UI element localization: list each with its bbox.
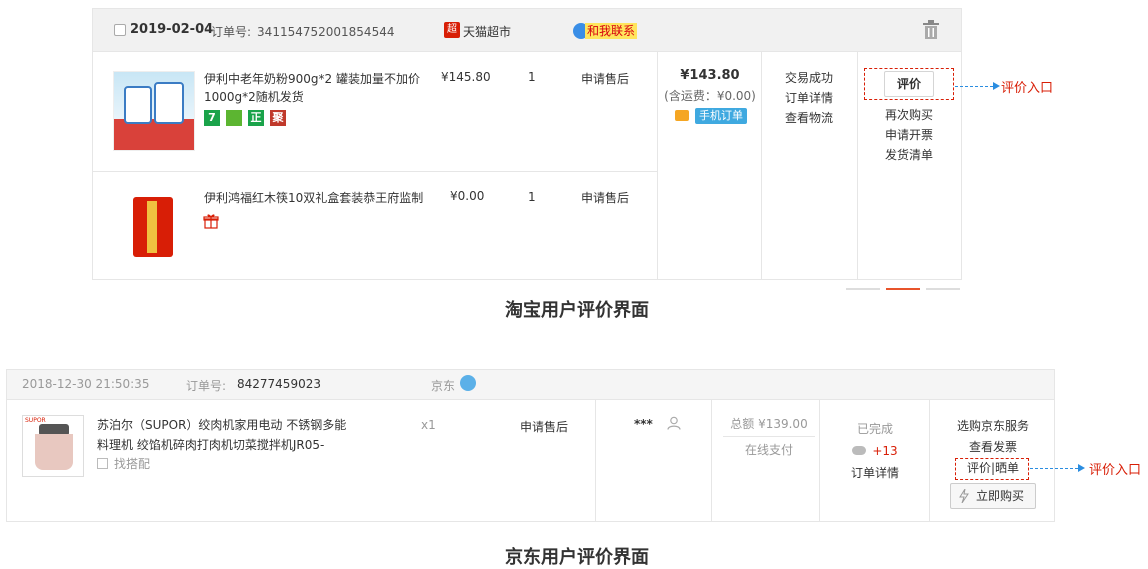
- buy-again-link[interactable]: 再次购买: [859, 105, 959, 125]
- jd-beans-points: +13: [872, 444, 898, 458]
- order-date: 2018-12-30 21:50:35: [22, 377, 150, 391]
- gift-band-graphic: [147, 201, 157, 253]
- column-divider: [761, 52, 762, 280]
- jd-order-header: 2018-12-30 21:50:35 订单号: 84277459023 京东: [7, 370, 1054, 400]
- column-divider: [857, 52, 858, 280]
- find-match-link[interactable]: 找搭配: [97, 455, 150, 472]
- gift-icon: [203, 214, 219, 229]
- view-invoice-link[interactable]: 查看发票: [931, 437, 1055, 458]
- buy-now-button[interactable]: 立即购买: [950, 483, 1036, 509]
- item-quantity: 1: [528, 70, 536, 84]
- user-icon[interactable]: [667, 416, 681, 430]
- total-amount: ¥143.80: [680, 68, 740, 83]
- request-invoice-link[interactable]: 申请开票: [859, 125, 959, 145]
- trade-status: 交易成功: [784, 71, 833, 85]
- order-status-column: 已完成 +13 订单详情: [821, 418, 929, 484]
- trash-icon[interactable]: [922, 20, 940, 40]
- buy-jd-service-link[interactable]: 选购京东服务: [931, 416, 1055, 437]
- rate-highlight-box: [864, 68, 954, 100]
- order-number-label: 订单号:: [186, 379, 227, 393]
- order-operations: 选购京东服务 查看发票 评价|晒单 立即购买: [931, 416, 1055, 509]
- annotation-arrow-head: [1078, 464, 1085, 472]
- jd-order-card: 2018-12-30 21:50:35 订单号: 84277459023 京东 …: [6, 369, 1055, 522]
- annotation-label: 评价入口: [1089, 463, 1142, 478]
- item-quantity: x1: [421, 418, 436, 432]
- contact-seller-label: 和我联系: [585, 23, 638, 39]
- pager-dot-active[interactable]: [886, 288, 920, 290]
- product-title-link[interactable]: 苏泊尔（SUPOR）绞肉机家用电动 不锈钢多能料理机 绞馅机碎肉打肉机切菜搅拌机…: [97, 415, 347, 455]
- pager-dot[interactable]: [926, 288, 960, 290]
- pager-indicator: [846, 288, 962, 291]
- item-quantity: 1: [528, 190, 536, 204]
- item-price: ¥0.00: [450, 189, 485, 203]
- after-sale-link[interactable]: 申请售后: [520, 418, 568, 435]
- order-status: 已完成: [856, 422, 893, 436]
- shop-name-link[interactable]: 天猫超市: [463, 23, 511, 40]
- after-sale-link[interactable]: 申请售后: [581, 70, 629, 87]
- order-total: ¥143.80 (含运费：¥0.00) 手机订单: [659, 68, 761, 124]
- badge-7day-icon[interactable]: 7: [204, 110, 220, 126]
- order-status-column: 交易成功 订单详情 查看物流: [763, 68, 855, 128]
- mobile-order-badge: 手机订单: [695, 108, 747, 124]
- view-logistics-link[interactable]: 查看物流: [763, 108, 855, 128]
- annotation-arrow-line: [1030, 468, 1078, 469]
- product-title-link[interactable]: 伊利中老年奶粉900g*2 罐装加量不加价1000g*2随机发货: [204, 70, 426, 106]
- cloud-icon: [852, 446, 867, 455]
- total-amount: 总额 ¥139.00: [730, 417, 808, 431]
- order-number-label: 订单号:: [211, 25, 252, 39]
- grinder-bowl-graphic: [35, 434, 73, 470]
- taobao-caption: 淘宝用户评价界面: [505, 300, 649, 321]
- annotation-arrow-line: [955, 86, 993, 87]
- badge-shield-icon[interactable]: [226, 110, 242, 126]
- consignee-name: ***: [634, 417, 653, 431]
- order-number: 订单号: 341154752001854544: [211, 23, 394, 40]
- product-image-chopsticks[interactable]: [119, 191, 191, 263]
- tmall-supermarket-logo: 超: [444, 22, 460, 38]
- jd-caption: 京东用户评价界面: [505, 547, 649, 568]
- checkbox-icon[interactable]: [114, 24, 126, 36]
- column-divider: [595, 400, 596, 522]
- payment-badges: 手机订单: [659, 108, 761, 124]
- image-brand-mark: SUPOR: [25, 417, 46, 424]
- payment-method: 在线支付: [744, 443, 793, 457]
- milk-can-graphic: [124, 86, 152, 124]
- milk-can-graphic: [154, 82, 184, 124]
- shipping-fee: (含运费：¥0.00): [664, 89, 756, 103]
- bolt-icon: [959, 489, 969, 503]
- taobao-order-header: 2019-02-04 订单号: 341154752001854544 超 天猫超市…: [93, 9, 961, 52]
- badge-genuine-icon[interactable]: 正: [248, 110, 264, 126]
- order-date: 2019-02-04: [130, 22, 214, 37]
- taobao-order-card: 2019-02-04 订单号: 341154752001854544 超 天猫超市…: [92, 8, 962, 280]
- product-image-meat-grinder[interactable]: SUPOR: [22, 415, 84, 477]
- rate-highlight-box: [955, 458, 1029, 480]
- product-title-link[interactable]: 伊利鸿福红木筷10双礼盒套装恭王府监制: [204, 189, 434, 207]
- product-image-milk-powder[interactable]: [113, 71, 195, 151]
- row-divider: [93, 171, 657, 172]
- column-divider: [657, 52, 658, 280]
- column-divider: [929, 400, 930, 522]
- divider: [723, 436, 815, 437]
- order-detail-link[interactable]: 订单详情: [821, 462, 929, 484]
- chat-icon[interactable]: [460, 375, 476, 391]
- annotation-arrow-head: [993, 82, 1000, 90]
- column-divider: [711, 400, 712, 522]
- order-number-value[interactable]: 84277459023: [237, 377, 321, 391]
- annotation-label: 评价入口: [1001, 81, 1054, 96]
- order-detail-link[interactable]: 订单详情: [763, 88, 855, 108]
- match-icon: [97, 458, 108, 469]
- pager-dot[interactable]: [846, 288, 880, 290]
- buy-now-label: 立即购买: [975, 489, 1024, 503]
- order-operations: 评价 再次购买 申请开票 发货清单: [859, 68, 959, 165]
- item-price: ¥145.80: [441, 70, 491, 84]
- order-number-value: 341154752001854544: [257, 25, 395, 39]
- shipping-list-link[interactable]: 发货清单: [859, 145, 959, 165]
- shop-name-link[interactable]: 京东: [431, 377, 455, 394]
- after-sale-link[interactable]: 申请售后: [581, 189, 629, 206]
- badge-juhuasuan-icon[interactable]: 聚: [270, 110, 286, 126]
- card-icon: [675, 110, 689, 121]
- payment-column: 总额 ¥139.00 在线支付: [713, 415, 825, 458]
- find-match-label: 找搭配: [114, 457, 151, 471]
